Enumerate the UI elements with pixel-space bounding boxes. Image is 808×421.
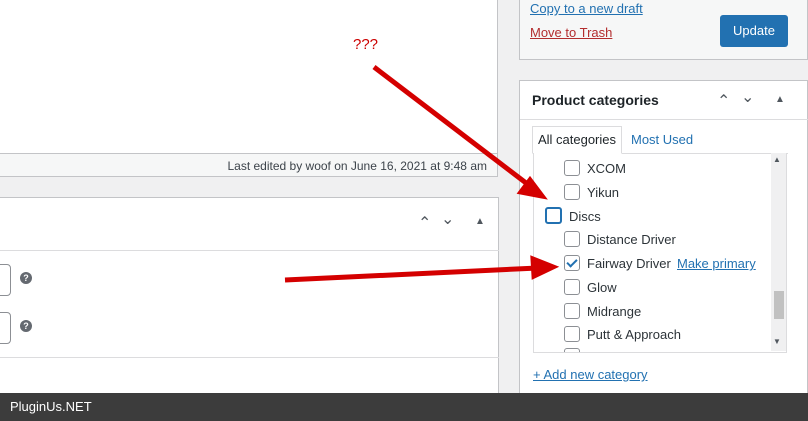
arrow-to-discs xyxy=(372,65,532,188)
footer-bar: PluginUs.NET xyxy=(0,393,808,421)
annotation-arrows xyxy=(284,65,560,283)
footer-brand: PluginUs.NET xyxy=(10,399,92,414)
arrowhead xyxy=(530,255,560,280)
arrow-to-fairway-driver xyxy=(284,265,539,283)
